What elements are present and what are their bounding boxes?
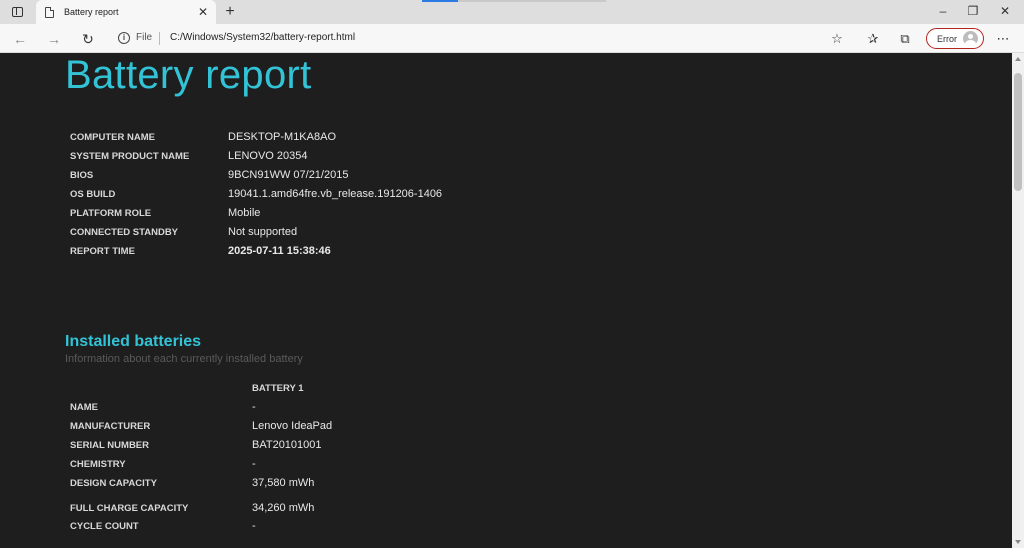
system-info-label: PLATFORM ROLE — [70, 208, 152, 219]
vertical-scrollbar[interactable] — [1012, 53, 1024, 548]
refresh-icon[interactable]: ↻ — [78, 29, 98, 49]
scrollbar-thumb[interactable] — [1014, 73, 1022, 191]
battery-info-value: - — [252, 401, 256, 413]
system-info-label: COMPUTER NAME — [70, 132, 155, 143]
collections-icon[interactable]: ⧉ — [896, 30, 914, 48]
battery-info-value: Lenovo IdeaPad — [252, 420, 333, 432]
tab-title: Battery report — [64, 7, 119, 17]
avatar-icon — [963, 31, 978, 46]
back-arrow-icon[interactable]: ← — [10, 29, 30, 49]
installed-batteries-subtitle: Information about each currently install… — [65, 353, 303, 365]
battery-info-label: CHEMISTRY — [70, 459, 126, 470]
battery-info-value: 34,260 mWh — [252, 502, 315, 514]
battery-info-label: SERIAL NUMBER — [70, 440, 149, 451]
battery-column-header: BATTERY 1 — [252, 383, 304, 394]
battery-info-label: CYCLE COUNT — [70, 521, 139, 532]
file-label: File — [136, 32, 153, 43]
minimize-button[interactable]: – — [928, 2, 958, 20]
tab-accent-bar — [422, 0, 458, 2]
address-separator — [159, 32, 160, 45]
tab-strip: Battery report ✕ + – ❐ ✕ — [0, 0, 1024, 24]
forward-arrow-icon[interactable]: → — [44, 29, 64, 49]
report-page: Battery report COMPUTER NAME DESKTOP-M1KA… — [0, 53, 1012, 548]
system-info-label: SYSTEM PRODUCT NAME — [70, 151, 190, 162]
system-info-value: LENOVO 20354 — [228, 150, 308, 162]
close-tab-icon[interactable]: ✕ — [198, 6, 208, 18]
system-info-label: REPORT TIME — [70, 246, 135, 257]
installed-batteries-title: Installed batteries — [65, 333, 202, 350]
battery-info-value: 37,580 mWh — [252, 477, 315, 489]
info-icon[interactable]: i — [118, 32, 130, 44]
battery-info-value: - — [252, 520, 256, 532]
tab-actions-icon[interactable] — [6, 4, 28, 20]
scroll-down-icon[interactable] — [1015, 540, 1021, 544]
battery-info-label: NAME — [70, 402, 98, 413]
system-info-value: Not supported — [228, 226, 298, 238]
restore-button[interactable]: ❐ — [958, 2, 988, 20]
battery-info-label: MANUFACTURER — [70, 421, 151, 432]
address-bar-url[interactable]: C:/Windows/System32/battery-report.html — [170, 32, 355, 43]
tab-accent-bar-secondary — [458, 0, 606, 2]
battery-info-value: - — [252, 458, 256, 470]
favorite-star-icon[interactable]: ☆ — [828, 30, 846, 48]
page-title: Battery report — [65, 53, 312, 97]
system-info-value: Mobile — [228, 207, 261, 219]
document-icon — [45, 6, 54, 18]
new-tab-button[interactable]: + — [220, 2, 240, 22]
battery-info-label: DESIGN CAPACITY — [70, 478, 157, 489]
error-label: Error — [937, 33, 957, 44]
system-info-label: BIOS — [70, 170, 94, 181]
battery-info-value: BAT20101001 — [252, 439, 322, 451]
system-info-label: OS BUILD — [70, 189, 116, 200]
system-info-label: CONNECTED STANDBY — [70, 227, 179, 238]
system-info-value: 9BCN91WW 07/21/2015 — [228, 169, 349, 181]
favorites-list-icon[interactable]: ✰ — [864, 30, 882, 48]
profile-error-button[interactable]: Error — [926, 28, 984, 49]
more-options-icon[interactable]: ⋯ — [994, 30, 1012, 48]
system-info-value: DESKTOP-M1KA8AO — [228, 131, 336, 143]
close-window-button[interactable]: ✕ — [990, 2, 1020, 20]
tab-battery-report[interactable]: Battery report ✕ — [36, 0, 216, 24]
system-info-value: 2025-07-11 15:38:46 — [228, 245, 331, 257]
scroll-up-icon[interactable] — [1015, 57, 1021, 61]
address-toolbar: ← → ↻ i File C:/Windows/System32/battery… — [0, 24, 1024, 53]
battery-info-label: FULL CHARGE CAPACITY — [70, 503, 189, 514]
system-info-value: 19041.1.amd64fre.vb_release.191206-1406 — [228, 188, 443, 200]
